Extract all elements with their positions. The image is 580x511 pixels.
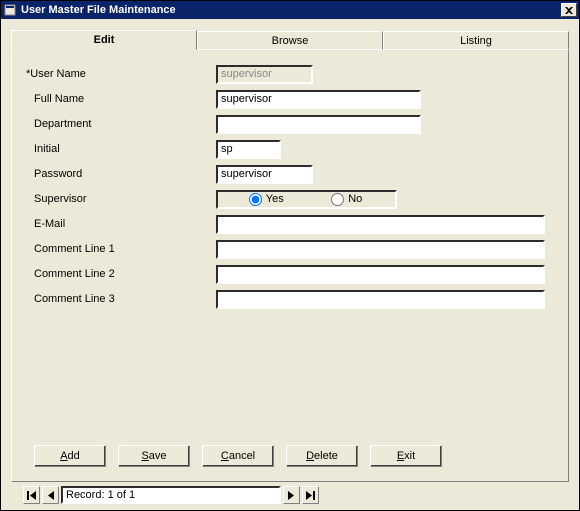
window: User Master File Maintenance Edit Browse… [0,0,580,511]
supervisor-yes-label: Yes [266,193,284,205]
tab-browse-label: Browse [272,35,309,47]
supervisor-no[interactable]: No [307,193,388,206]
comment3-field[interactable] [216,290,545,309]
cancel-button[interactable]: Cancel [202,445,274,467]
tab-edit[interactable]: Edit [11,30,197,50]
tab-browse[interactable]: Browse [197,31,383,50]
supervisor-yes[interactable]: Yes [226,193,307,206]
label-user-name: *User Name [26,68,216,80]
label-initial: Initial [26,143,216,155]
email-field[interactable] [216,215,545,234]
button-row: Add Save Cancel Delete Exit [26,441,556,473]
nav-last-button[interactable] [302,486,319,504]
comment1-field[interactable] [216,240,545,259]
label-password: Password [26,168,216,180]
exit-button[interactable]: Exit [370,445,442,467]
supervisor-no-label: No [348,193,362,205]
initial-field[interactable] [216,140,281,159]
password-field[interactable] [216,165,313,184]
label-email: E-Mail [26,218,216,230]
first-icon [27,491,36,500]
app-icon [3,3,17,17]
supervisor-no-radio[interactable] [331,193,344,206]
save-button[interactable]: Save [118,445,190,467]
close-button[interactable] [561,3,577,17]
label-comment1: Comment Line 1 [26,243,216,255]
window-title: User Master File Maintenance [21,4,561,16]
full-name-field[interactable] [216,90,421,109]
add-button[interactable]: Add [34,445,106,467]
supervisor-radio-group: Yes No [216,190,397,209]
last-icon [306,491,315,500]
label-full-name: Full Name [26,93,216,105]
tab-panel: *User Name Full Name Department Initial [11,49,569,482]
nav-next-button[interactable] [283,486,300,504]
client-area: Edit Browse Listing *User Name Full Name… [1,19,579,510]
label-comment2: Comment Line 2 [26,268,216,280]
form: *User Name Full Name Department Initial [26,64,556,441]
next-icon [288,491,295,500]
comment2-field[interactable] [216,265,545,284]
label-department: Department [26,118,216,130]
label-comment3: Comment Line 3 [26,293,216,305]
titlebar: User Master File Maintenance [1,1,579,19]
record-indicator[interactable]: Record: 1 of 1 [61,486,281,504]
nav-first-button[interactable] [23,486,40,504]
record-navigator: Record: 1 of 1 [11,482,569,504]
user-name-field [216,65,313,84]
tab-edit-label: Edit [94,34,115,46]
tab-listing[interactable]: Listing [383,31,569,50]
department-field[interactable] [216,115,421,134]
label-supervisor: Supervisor [26,193,216,205]
close-icon [565,7,573,14]
tab-strip: Edit Browse Listing [11,29,569,49]
supervisor-yes-radio[interactable] [249,193,262,206]
delete-button[interactable]: Delete [286,445,358,467]
nav-prev-button[interactable] [42,486,59,504]
tab-listing-label: Listing [460,35,492,47]
prev-icon [47,491,54,500]
